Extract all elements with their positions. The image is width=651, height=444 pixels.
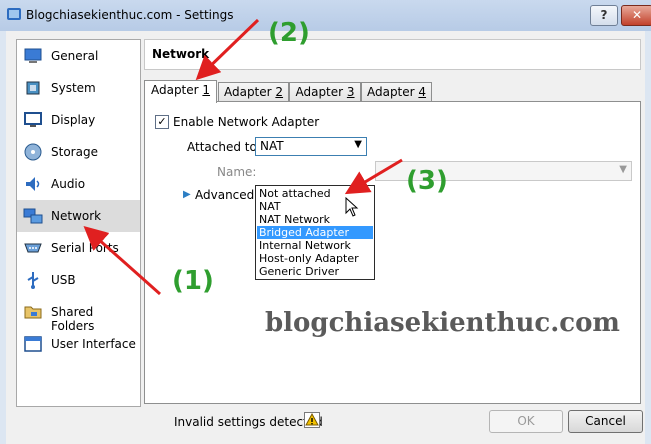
annotation-arrows <box>83 18 403 296</box>
arrow-step-2 <box>195 18 260 81</box>
annotation-step-1: (1) <box>172 266 214 296</box>
watermark-text: blogchiasekienthuc.com <box>265 308 620 338</box>
mouse-cursor-icon <box>345 197 359 217</box>
annotation-step-2: (2) <box>268 18 310 48</box>
arrow-step-1 <box>83 226 161 296</box>
annotation-step-3: (3) <box>406 166 448 196</box>
arrow-step-3 <box>344 158 403 195</box>
